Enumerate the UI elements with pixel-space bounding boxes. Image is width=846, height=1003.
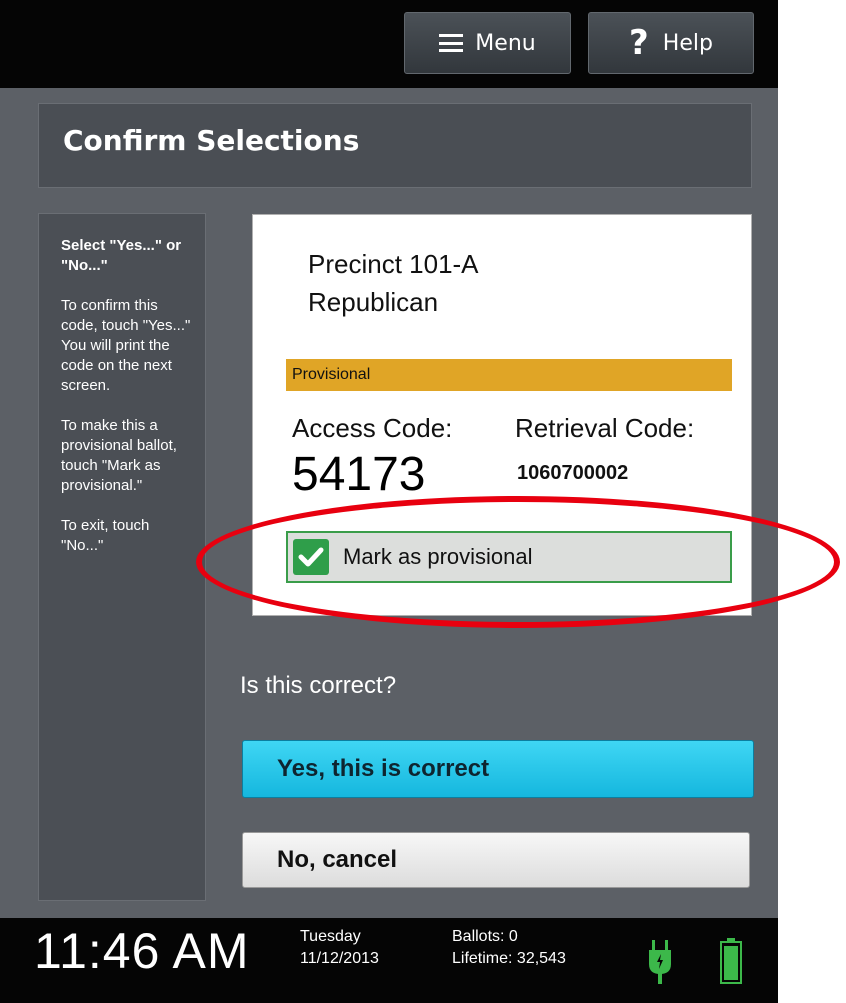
date-label: 11/12/2013 <box>300 950 379 967</box>
provisional-status-bar: Provisional <box>286 359 732 391</box>
access-code-label: Access Code: <box>292 413 453 443</box>
access-code-value: 54173 <box>292 448 426 501</box>
retrieval-code-label: Retrieval Code: <box>515 413 695 443</box>
mark-provisional-checkbox[interactable]: Mark as provisional <box>286 531 732 583</box>
instructions-provisional: To make this a provisional ballot, touch… <box>61 417 177 494</box>
date-block: Tuesday 11/12/2013 <box>300 926 379 970</box>
power-plug-icon <box>648 940 672 989</box>
precinct-info: Precinct 101-A Republican <box>308 245 479 321</box>
page-title: Confirm Selections <box>63 124 360 157</box>
title-panel: Confirm Selections <box>38 103 752 188</box>
party-name: Republican <box>308 287 439 317</box>
ballot-counts: Ballots: 0 Lifetime: 32,543 <box>452 926 566 970</box>
menu-label: Menu <box>475 30 536 56</box>
checkbox-checked-icon <box>293 539 329 575</box>
retrieval-code-value: 1060700002 <box>517 462 629 484</box>
confirm-question: Is this correct? <box>240 672 397 699</box>
help-icon: ? <box>629 23 649 63</box>
precinct-name: Precinct 101-A <box>308 249 479 279</box>
instructions-heading: Select "Yes..." or "No..." <box>61 237 182 274</box>
lifetime-count: Lifetime: 32,543 <box>452 950 566 967</box>
selection-card: Precinct 101-A Republican Provisional Ac… <box>252 214 752 616</box>
menu-icon <box>439 34 464 52</box>
day-label: Tuesday <box>300 928 361 945</box>
menu-button[interactable]: Menu <box>404 12 571 74</box>
help-button[interactable]: ? Help <box>588 12 754 74</box>
help-label: Help <box>662 30 713 56</box>
no-cancel-button[interactable]: No, cancel <box>242 832 750 888</box>
ballots-count: Ballots: 0 <box>452 928 518 945</box>
clock-time: 11:46 AM <box>34 923 250 979</box>
instructions-panel: Select "Yes..." or "No..." To confirm th… <box>38 213 206 901</box>
voting-device-screen: Menu ? Help Confirm Selections Select "Y… <box>0 0 778 1003</box>
mark-provisional-label: Mark as provisional <box>343 544 533 569</box>
instructions-confirm: To confirm this code, touch "Yes..." You… <box>61 297 191 394</box>
status-bar: 11:46 AM Tuesday 11/12/2013 Ballots: 0 L… <box>0 918 778 1003</box>
top-bar: Menu ? Help <box>0 0 778 88</box>
instructions-exit: To exit, touch "No..." <box>61 517 150 554</box>
yes-correct-button[interactable]: Yes, this is correct <box>242 740 754 798</box>
battery-icon <box>720 938 742 989</box>
